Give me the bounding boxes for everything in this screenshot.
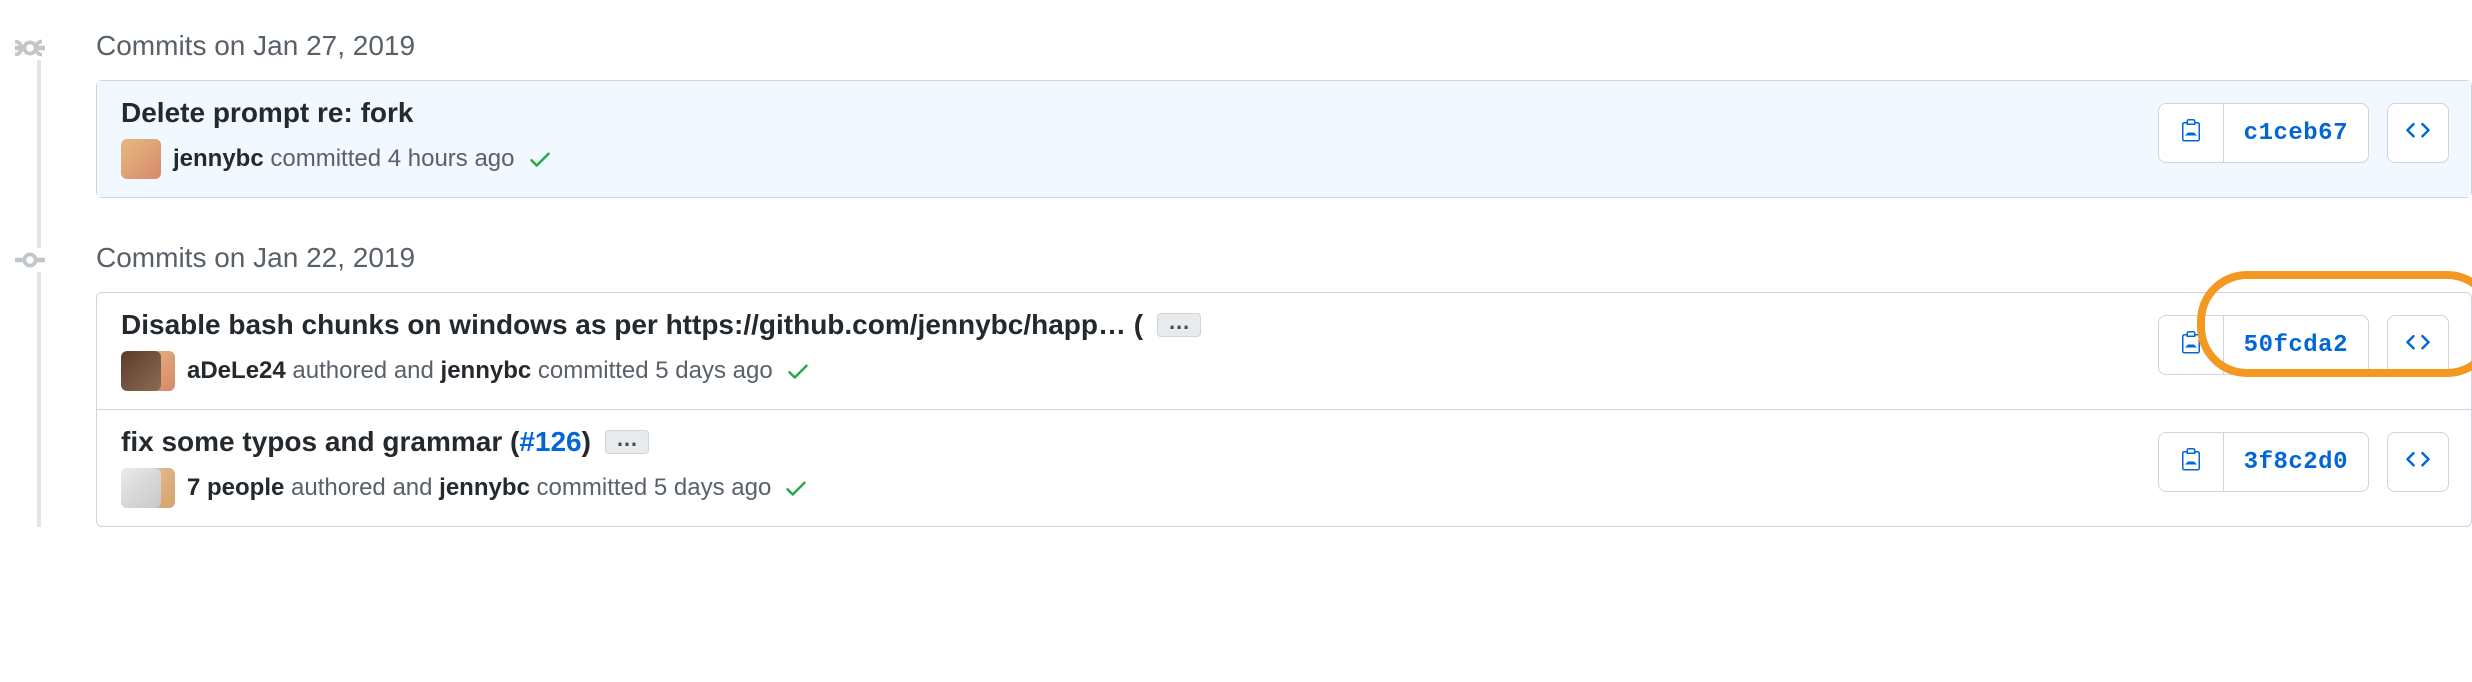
meta-text: authored and [286,357,441,384]
avatar-stack[interactable] [121,468,175,508]
check-icon[interactable] [783,475,809,501]
browse-code-button[interactable] [2387,432,2449,492]
avatar [121,468,161,508]
avatar[interactable] [121,139,161,179]
code-icon [2404,447,2432,478]
meta-text: committed [264,145,388,172]
copy-sha-button[interactable] [2159,104,2223,162]
pr-link[interactable]: #126 [519,426,581,457]
code-icon [2404,118,2432,149]
commit-title-link[interactable]: Disable bash chunks on windows as per ht… [121,309,1143,341]
check-icon[interactable] [527,146,553,172]
expand-message-button[interactable]: … [1157,313,1201,337]
copy-sha-button[interactable] [2159,316,2223,374]
copy-sha-button[interactable] [2159,433,2223,491]
clipboard-icon [2179,118,2203,149]
avatar-stack[interactable] [121,351,175,391]
commit-row: fix some typos and grammar (#126) … 7 pe… [97,409,2471,526]
commit-title-link[interactable]: Delete prompt re: fork [121,97,414,129]
commit-time: 5 days ago [654,474,771,501]
commits-date-heading: Commits on Jan 22, 2019 [20,220,2472,292]
sha-link[interactable]: 50fcda2 [2223,316,2368,374]
commit-time: 4 hours ago [388,145,515,172]
sha-button-group: c1ceb67 [2158,103,2369,163]
code-icon [2404,330,2432,361]
commit-title-text: ) [582,426,591,457]
meta-text: authored and [284,474,439,501]
expand-message-button[interactable]: … [605,430,649,454]
browse-code-button[interactable] [2387,315,2449,375]
author-link[interactable]: 7 people [187,474,284,501]
commit-dot-icon [15,36,65,60]
author-link[interactable]: aDeLe24 [187,357,286,384]
commits-date-heading: Commits on Jan 27, 2019 [20,8,2472,80]
commit-row: Delete prompt re: fork jennybc committed… [97,81,2471,197]
author-link[interactable]: jennybc [173,145,264,172]
sha-button-group: 50fcda2 [2158,315,2369,375]
clipboard-icon [2179,330,2203,361]
commit-title-text: fix some typos and grammar ( [121,426,519,457]
author-link[interactable]: jennybc [441,357,532,384]
check-icon[interactable] [785,358,811,384]
clipboard-icon [2179,447,2203,478]
commit-title-link[interactable]: fix some typos and grammar (#126) [121,426,591,458]
avatar [121,351,161,391]
commit-row: Disable bash chunks on windows as per ht… [97,293,2471,409]
author-link[interactable]: jennybc [439,474,530,501]
browse-code-button[interactable] [2387,103,2449,163]
sha-link[interactable]: 3f8c2d0 [2223,433,2368,491]
commit-time: 5 days ago [655,357,772,384]
commit-dot-icon [15,248,65,272]
sha-link[interactable]: c1ceb67 [2223,104,2368,162]
meta-text: committed [531,357,655,384]
meta-text: committed [530,474,654,501]
sha-button-group: 3f8c2d0 [2158,432,2369,492]
